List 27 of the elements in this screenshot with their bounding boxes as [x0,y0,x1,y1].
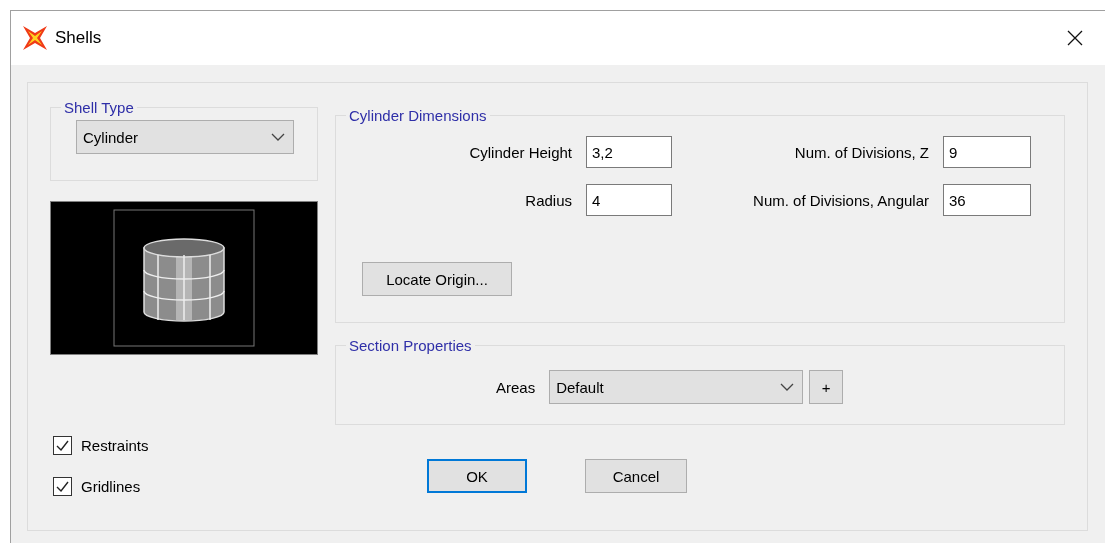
check-icon [56,440,69,451]
input-field[interactable]: 3,2 [586,136,672,168]
field-label: Radius [524,191,572,209]
field-label: Num. of Divisions, Angular [752,191,929,209]
check-icon [56,481,69,492]
locate-origin-button[interactable]: Locate Origin... [362,262,512,296]
field-label: Num. of Divisions, Z [793,143,929,161]
dialog-button[interactable]: Cancel [585,459,687,493]
group-title: Shell Type [63,99,135,116]
app-logo-icon [23,26,47,50]
checkbox-option[interactable]: Restraints [53,436,318,455]
checkbox-option[interactable]: Gridlines [53,477,318,496]
field-label: Areas [496,378,536,396]
shell-type-dropdown[interactable]: Cylinder [76,120,294,154]
chevron-down-icon [780,383,795,391]
chevron-down-icon [271,133,285,141]
input-field[interactable]: 4 [586,184,672,216]
group-title: Section Properties [348,337,473,354]
group-title: Cylinder Dimensions [348,107,488,124]
areas-dropdown[interactable]: Default [549,370,804,404]
window-title: Shells [55,28,103,48]
input-field[interactable]: 9 [943,136,1031,168]
close-icon [1067,30,1083,46]
add-button[interactable]: + [809,370,844,404]
input-field[interactable]: 36 [943,184,1031,216]
field-label: Cylinder Height [468,143,572,161]
dialog-button[interactable]: OK [427,459,527,493]
